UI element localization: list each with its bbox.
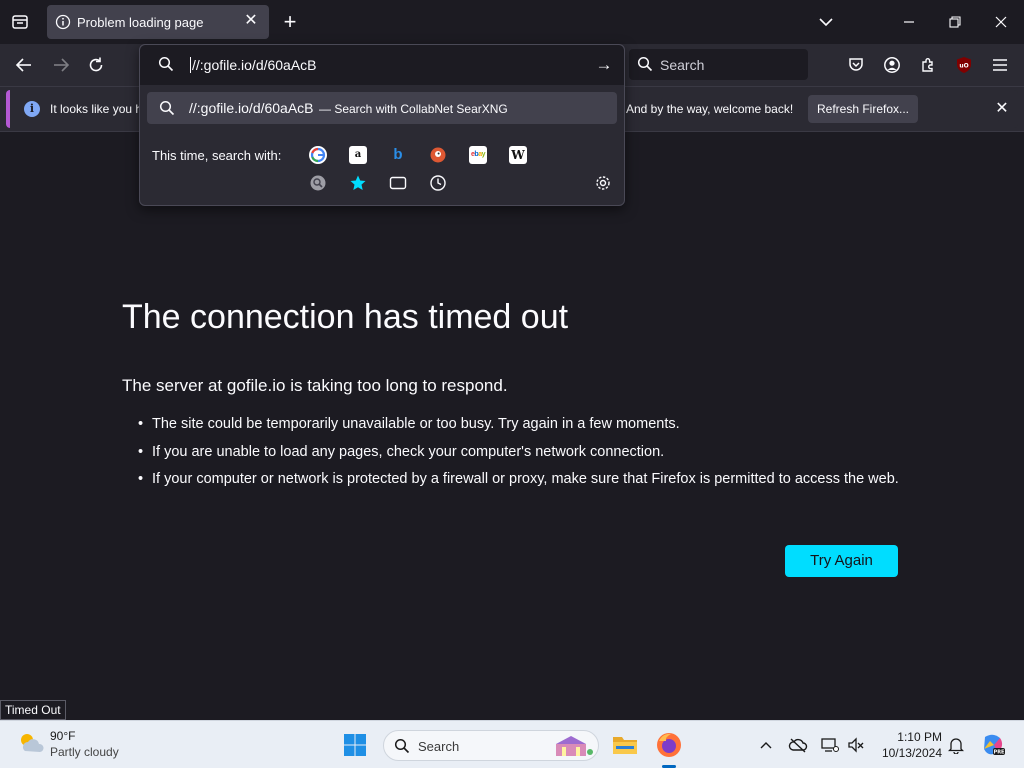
search-highlight-illustration-icon <box>550 734 594 758</box>
tab-close-icon[interactable]: ✕ <box>241 11 261 31</box>
url-value[interactable]: //:gofile.io/d/60aAcB <box>190 57 317 73</box>
history-clock-icon[interactable] <box>429 174 447 192</box>
file-explorer-folder-icon[interactable] <box>611 732 639 756</box>
try-again-button[interactable]: Try Again <box>785 545 898 577</box>
tab-title: Problem loading page <box>77 15 204 30</box>
search-icon <box>158 56 174 77</box>
suggestion-action: — Search with CollabNet SearXNG <box>319 102 508 116</box>
clock-date[interactable]: 10/13/2024 <box>872 746 942 760</box>
hamburger-menu-icon[interactable] <box>988 53 1012 77</box>
weather-partly-cloudy-icon[interactable] <box>16 729 46 757</box>
url-input[interactable]: //:gofile.io/d/60aAcB → <box>140 45 624 85</box>
search-icon <box>637 56 653 77</box>
reload-icon[interactable] <box>84 53 108 77</box>
notification-text: It looks like you ha <box>50 102 149 116</box>
error-suggestions-list: The site could be temporarily unavailabl… <box>138 414 918 497</box>
go-arrow-icon[interactable]: → <box>593 55 615 75</box>
error-subtitle: The server at gofile.io is taking too lo… <box>122 376 508 395</box>
weather-description[interactable]: Partly cloudy <box>50 745 119 759</box>
taskbar: 90°F Partly cloudy Search 1:10 PM 10/13/… <box>0 720 1024 768</box>
list-item: The site could be temporarily unavailabl… <box>138 414 918 434</box>
url-suggestion-row[interactable]: //:gofile.io/d/60aAcB — Search with Coll… <box>147 92 617 124</box>
ublock-origin-icon[interactable]: uO <box>952 53 976 77</box>
list-item: If you are unable to load any pages, che… <box>138 442 918 462</box>
minimize-icon[interactable] <box>897 10 921 34</box>
google-icon[interactable] <box>309 146 327 164</box>
show-hidden-icons-chevron-icon[interactable] <box>756 735 776 755</box>
info-icon: i <box>24 101 40 117</box>
new-tab-plus-icon[interactable]: + <box>278 9 302 34</box>
text-caret <box>190 57 191 73</box>
list-item: If your computer or network is protected… <box>138 469 918 489</box>
firefox-view-icon[interactable] <box>8 10 32 34</box>
bing-icon[interactable]: b <box>389 146 407 164</box>
error-title: The connection has timed out <box>122 298 569 336</box>
clock-time[interactable]: 1:10 PM <box>880 730 942 744</box>
search-bar[interactable]: Search <box>629 49 808 80</box>
tab-strip: Problem loading page ✕ + <box>0 0 1024 44</box>
list-all-tabs-chevron-icon[interactable] <box>814 10 838 34</box>
search-bar-placeholder: Search <box>660 57 705 73</box>
pocket-icon[interactable] <box>844 53 868 77</box>
volume-muted-icon[interactable] <box>846 735 866 755</box>
tabs-icon[interactable] <box>389 174 407 192</box>
taskbar-search-box[interactable]: Search <box>383 730 599 761</box>
weather-temperature[interactable]: 90°F <box>50 729 75 743</box>
forward-arrow-icon[interactable] <box>49 53 73 77</box>
ebay-icon[interactable]: ebay <box>469 146 487 164</box>
restore-icon[interactable] <box>943 10 967 34</box>
firefox-taskbar-icon[interactable] <box>655 731 683 759</box>
search-settings-gear-icon[interactable] <box>594 174 612 192</box>
status-tooltip: Timed Out <box>0 700 66 720</box>
svg-text:PRE: PRE <box>994 750 1006 756</box>
extensions-puzzle-icon[interactable] <box>916 53 940 77</box>
bookmarks-star-icon[interactable] <box>349 174 367 192</box>
urlbar-dropdown: //:gofile.io/d/60aAcB → //:gofile.io/d/6… <box>139 44 625 206</box>
onedrive-cloud-icon[interactable] <box>788 735 808 755</box>
close-window-icon[interactable] <box>989 10 1013 34</box>
url-value-text: //:gofile.io/d/60aAcB <box>192 57 317 73</box>
info-icon <box>55 14 71 35</box>
account-icon[interactable] <box>880 53 904 77</box>
searxng-icon[interactable] <box>309 174 327 192</box>
taskbar-search-label: Search <box>418 739 460 754</box>
search-icon <box>394 738 410 759</box>
notification-bell-icon[interactable] <box>946 735 966 755</box>
refresh-firefox-button[interactable]: Refresh Firefox... <box>808 95 918 123</box>
duckduckgo-icon[interactable] <box>429 146 447 164</box>
notification-close-icon[interactable]: ✕ <box>992 99 1012 119</box>
amazon-icon[interactable]: a <box>349 146 367 164</box>
search-engines-label: This time, search with: <box>152 148 282 163</box>
back-arrow-icon[interactable] <box>12 53 36 77</box>
network-icon[interactable] <box>820 735 840 755</box>
wikipedia-icon[interactable]: W <box>509 146 527 164</box>
suggestion-url: //:gofile.io/d/60aAcB <box>189 100 314 116</box>
search-icon <box>159 100 175 121</box>
notification-text-welcome: And by the way, welcome back! <box>626 102 794 116</box>
copilot-icon[interactable]: PRE <box>980 733 1006 757</box>
tab-active[interactable]: Problem loading page ✕ <box>47 5 269 39</box>
svg-text:uO: uO <box>959 63 968 70</box>
windows-start-icon[interactable] <box>343 733 367 757</box>
